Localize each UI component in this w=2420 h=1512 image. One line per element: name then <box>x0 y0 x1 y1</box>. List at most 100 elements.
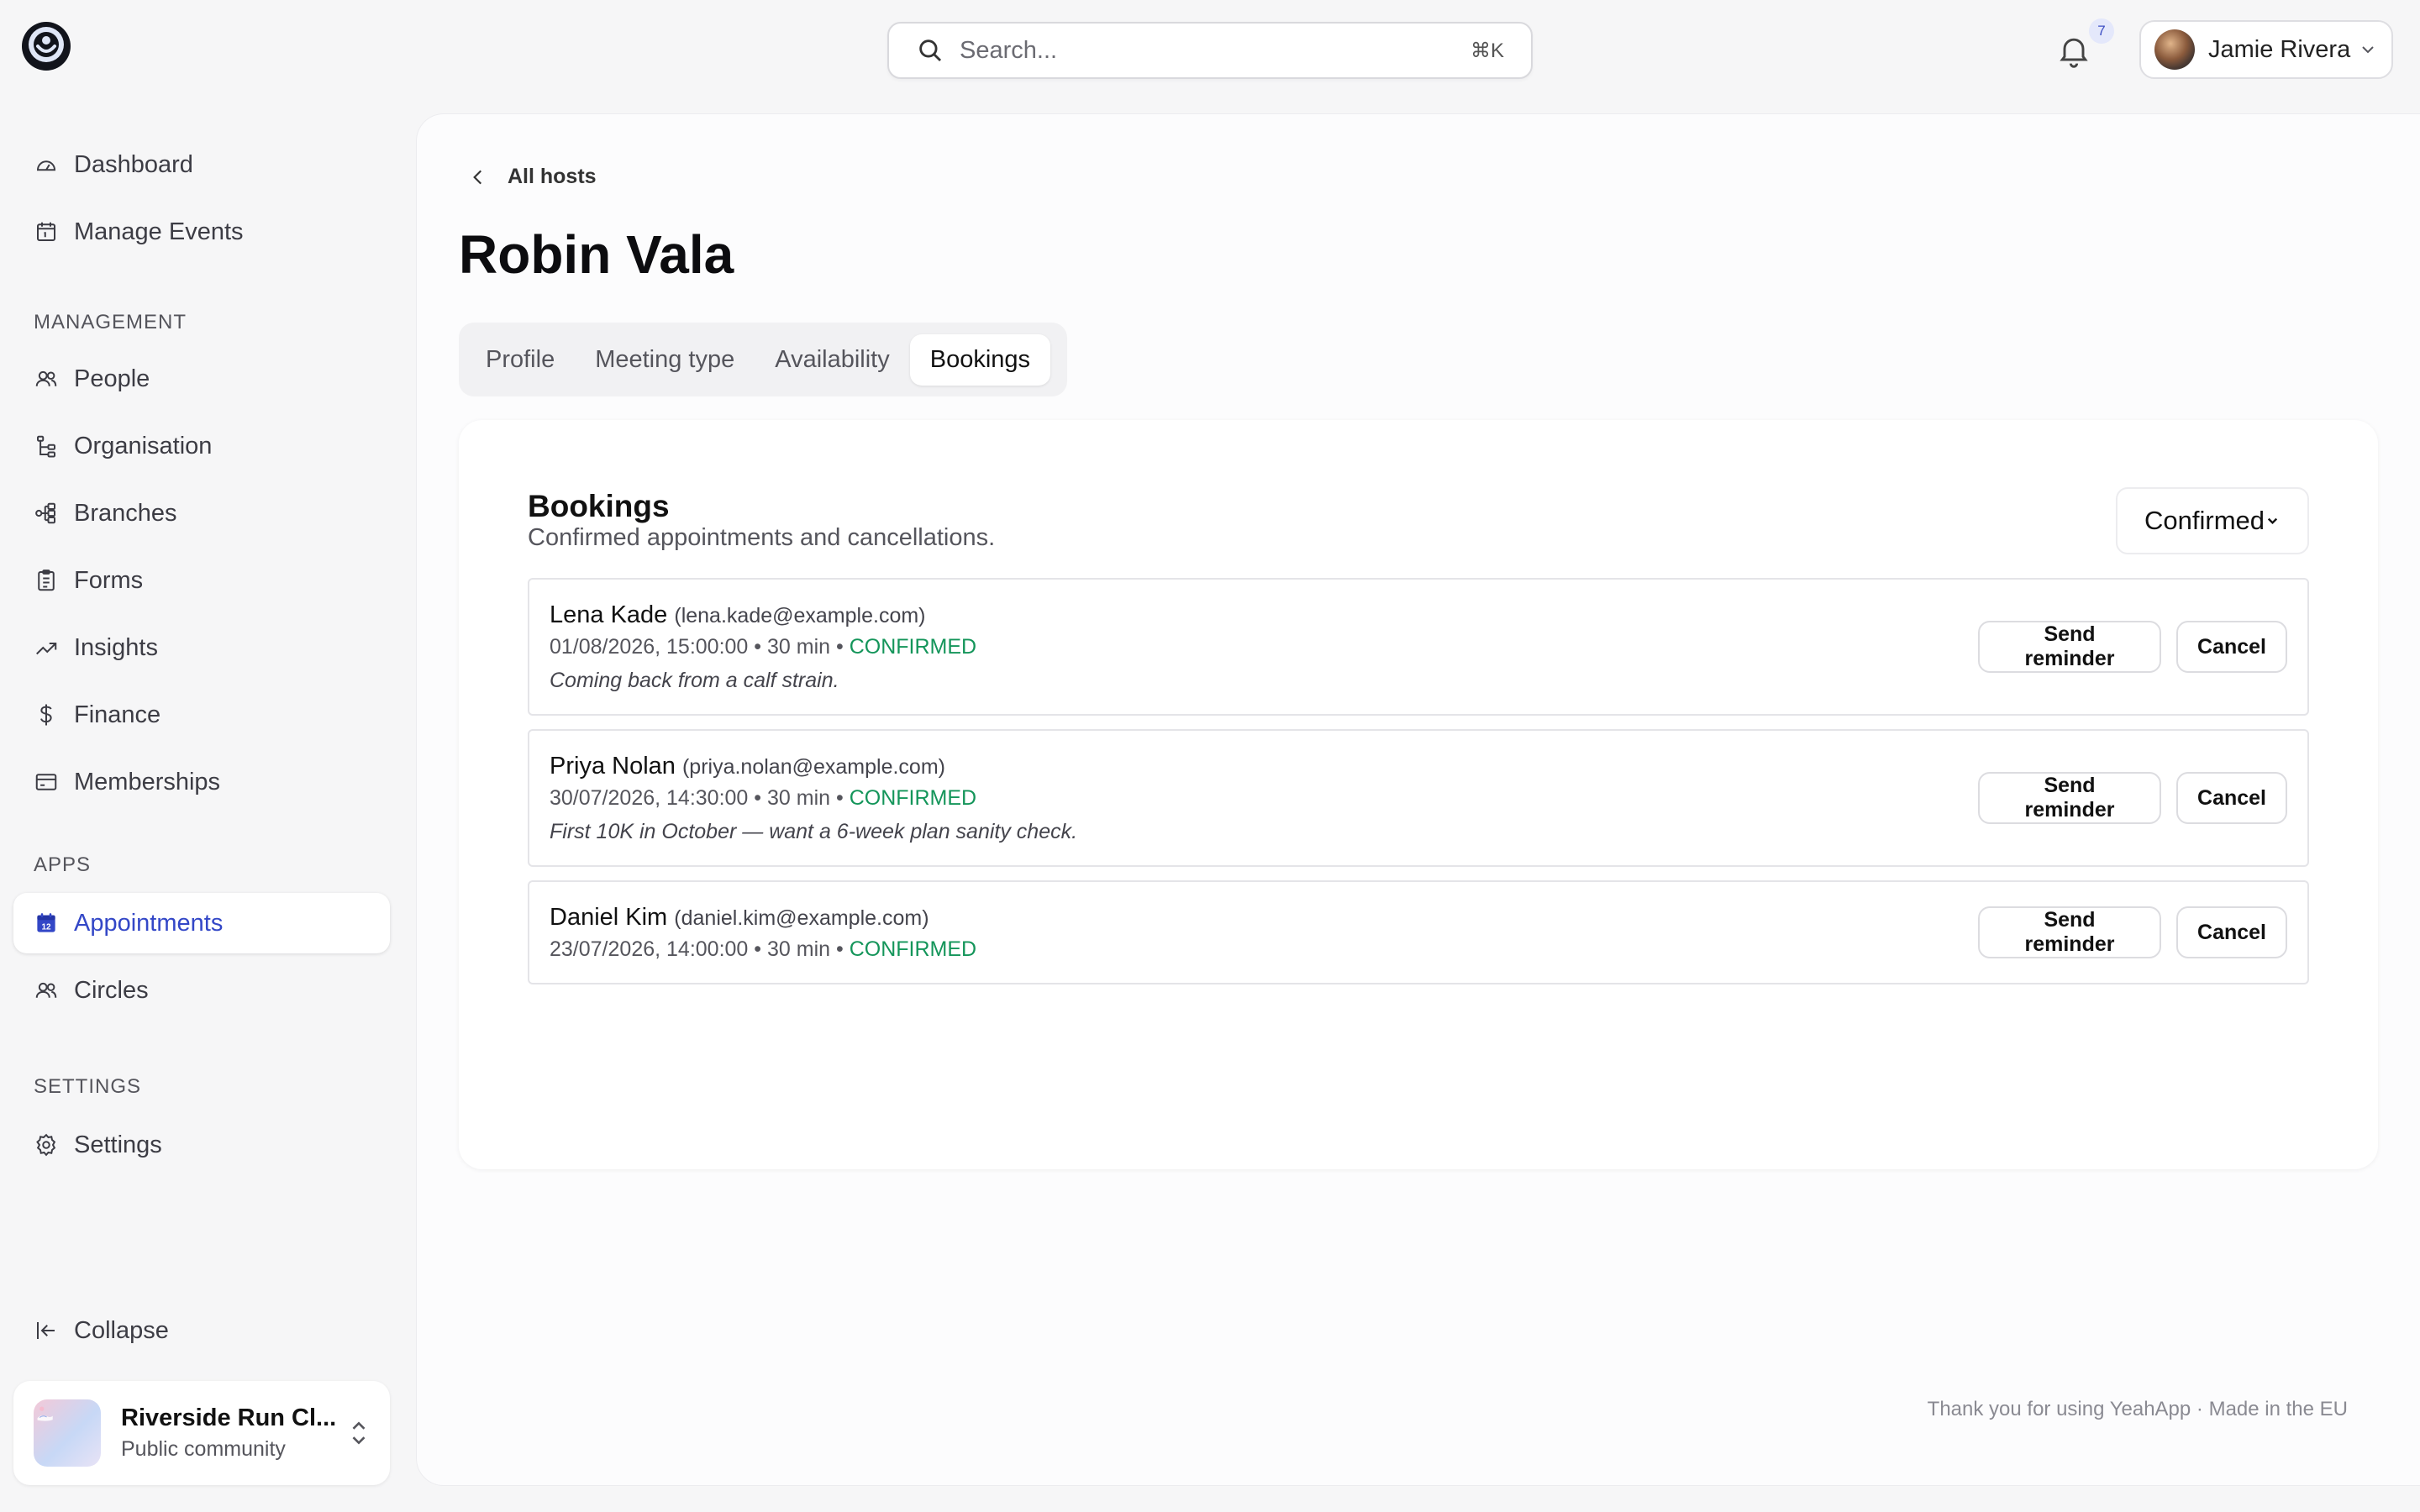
status-filter-select[interactable]: Confirmed <box>2116 487 2309 554</box>
booking-row: Lena Kade (lena.kade@example.com) 01/08/… <box>528 578 2309 716</box>
org-name: Riverside Run Cl... <box>121 1404 337 1431</box>
booking-email: (lena.kade@example.com) <box>674 604 926 627</box>
cancel-button[interactable]: Cancel <box>2176 906 2287 958</box>
org-switcher[interactable]: Riverside Run Cl... Public community <box>13 1381 390 1485</box>
gauge-icon <box>36 160 56 171</box>
branches-icon <box>35 502 55 524</box>
sidebar-item-label: Dashboard <box>74 150 193 178</box>
status-badge: CONFIRMED <box>849 937 977 961</box>
sidebar-item-label: Circles <box>74 976 149 1004</box>
booking-email: (daniel.kim@example.com) <box>674 906 929 930</box>
sidebar-item-people[interactable]: People <box>13 349 390 409</box>
people-icon <box>35 982 57 998</box>
status-badge: CONFIRMED <box>849 786 977 810</box>
user-name: Jamie Rivera <box>2208 35 2351 63</box>
sidebar-item-label: Appointments <box>74 909 224 937</box>
section-label-apps: APPS <box>34 853 92 876</box>
calendar-icon <box>37 222 55 241</box>
sidebar-item-label: Finance <box>74 701 161 728</box>
bookings-subtitle: Confirmed appointments and cancellations… <box>528 524 996 551</box>
meta-separator: • <box>836 937 844 961</box>
meta-separator: • <box>754 786 762 810</box>
search-shortcut: ⌘K <box>1470 39 1504 62</box>
sidebar-item-forms[interactable]: Forms <box>13 550 390 611</box>
booking-email: (priya.nolan@example.com) <box>681 755 945 779</box>
booking-datetime: 30/07/2026, 14:30:00 <box>550 786 749 810</box>
sidebar-item-label: Settings <box>74 1131 162 1158</box>
send-reminder-button[interactable]: Send reminder <box>1978 772 2161 824</box>
avatar <box>2154 29 2195 70</box>
user-menu[interactable]: Jamie Rivera <box>2139 20 2393 79</box>
footer-text: Thank you for using YeahApp · Made in th… <box>1927 1398 2348 1420</box>
sidebar: Dashboard Manage Events MANAGEMENT Peopl… <box>0 0 412 1512</box>
sidebar-item-label: Forms <box>74 566 144 594</box>
search-bar[interactable]: Search... ⌘K <box>887 22 1533 79</box>
svg-text:12: 12 <box>41 923 51 932</box>
send-reminder-button[interactable]: Send reminder <box>1978 621 2161 673</box>
card-icon <box>35 774 57 790</box>
meta-separator: • <box>836 635 844 659</box>
booking-name: Lena Kade <box>550 601 668 628</box>
booking-name: Priya Nolan <box>550 753 676 780</box>
bookings-title: Bookings <box>528 489 670 523</box>
cancel-button[interactable]: Cancel <box>2176 772 2287 824</box>
sidebar-item-appointments[interactable]: 12 Appointments <box>13 893 390 953</box>
sidebar-item-organisation[interactable]: Organisation <box>13 416 390 476</box>
booking-note: First 10K in October — want a 6-week pla… <box>550 820 1078 843</box>
booking-datetime: 23/07/2026, 14:00:00 <box>550 937 749 961</box>
chevron-down-icon <box>2267 517 2278 525</box>
send-reminder-button[interactable]: Send reminder <box>1978 906 2161 958</box>
sidebar-item-insights[interactable]: Insights <box>13 617 390 678</box>
tab-meeting-type[interactable]: Meeting type <box>575 334 755 386</box>
sidebar-item-memberships[interactable]: Memberships <box>13 752 390 812</box>
bell-icon[interactable] <box>2055 32 2092 69</box>
gear-icon <box>36 1133 56 1157</box>
section-label-management: MANAGEMENT <box>34 311 187 333</box>
sidebar-item-label: Branches <box>74 499 177 527</box>
people-icon <box>35 370 57 386</box>
app-logo-icon[interactable] <box>20 20 72 72</box>
collapse-label: Collapse <box>74 1316 169 1344</box>
chevron-down-icon <box>2362 46 2374 54</box>
calendar-icon: 12 <box>37 913 55 932</box>
breadcrumb[interactable]: All hosts <box>467 165 597 189</box>
sidebar-item-dashboard[interactable]: Dashboard <box>13 134 390 195</box>
booking-row: Priya Nolan (priya.nolan@example.com) 30… <box>528 729 2309 867</box>
tab-availability[interactable]: Availability <box>755 334 909 386</box>
tab-bar: Profile Meeting type Availability Bookin… <box>459 323 1067 396</box>
status-badge: CONFIRMED <box>849 635 977 659</box>
sidebar-item-label: People <box>74 365 150 392</box>
sidebar-item-settings[interactable]: Settings <box>13 1115 390 1175</box>
org-logo <box>34 1399 101 1467</box>
org-tree-icon <box>37 435 55 458</box>
sidebar-item-manage-events[interactable]: Manage Events <box>13 202 390 262</box>
cancel-button[interactable]: Cancel <box>2176 621 2287 673</box>
sidebar-item-label: Insights <box>74 633 158 661</box>
meta-separator: • <box>754 635 762 659</box>
booking-duration: 30 min <box>767 635 831 659</box>
sidebar-item-circles[interactable]: Circles <box>13 960 390 1021</box>
sidebar-item-finance[interactable]: Finance <box>13 685 390 745</box>
bookings-card: Bookings Confirmed appointments and canc… <box>459 420 2378 1169</box>
breadcrumb-all-hosts[interactable]: All hosts <box>508 165 597 189</box>
section-label-settings: SETTINGS <box>34 1075 142 1098</box>
chevron-up-down-icon <box>352 1421 366 1445</box>
sidebar-item-label: Manage Events <box>74 218 244 245</box>
chevron-left-icon <box>473 170 482 184</box>
collapse-button[interactable]: Collapse <box>13 1300 390 1361</box>
clipboard-icon <box>38 570 55 591</box>
booking-note: Coming back from a calf strain. <box>550 669 839 692</box>
sidebar-item-label: Organisation <box>74 432 213 459</box>
search-icon <box>919 39 942 62</box>
dollar-icon <box>40 704 52 726</box>
search-input[interactable]: Search... <box>960 37 1470 65</box>
booking-duration: 30 min <box>767 786 831 810</box>
tab-bookings[interactable]: Bookings <box>909 333 1051 386</box>
meta-separator: • <box>754 937 762 961</box>
sidebar-item-label: Memberships <box>74 768 221 795</box>
org-subtitle: Public community <box>121 1437 286 1461</box>
tab-profile[interactable]: Profile <box>466 334 575 386</box>
sidebar-item-branches[interactable]: Branches <box>13 483 390 543</box>
status-filter-value: Confirmed <box>2144 506 2265 535</box>
meta-separator: • <box>836 786 844 810</box>
